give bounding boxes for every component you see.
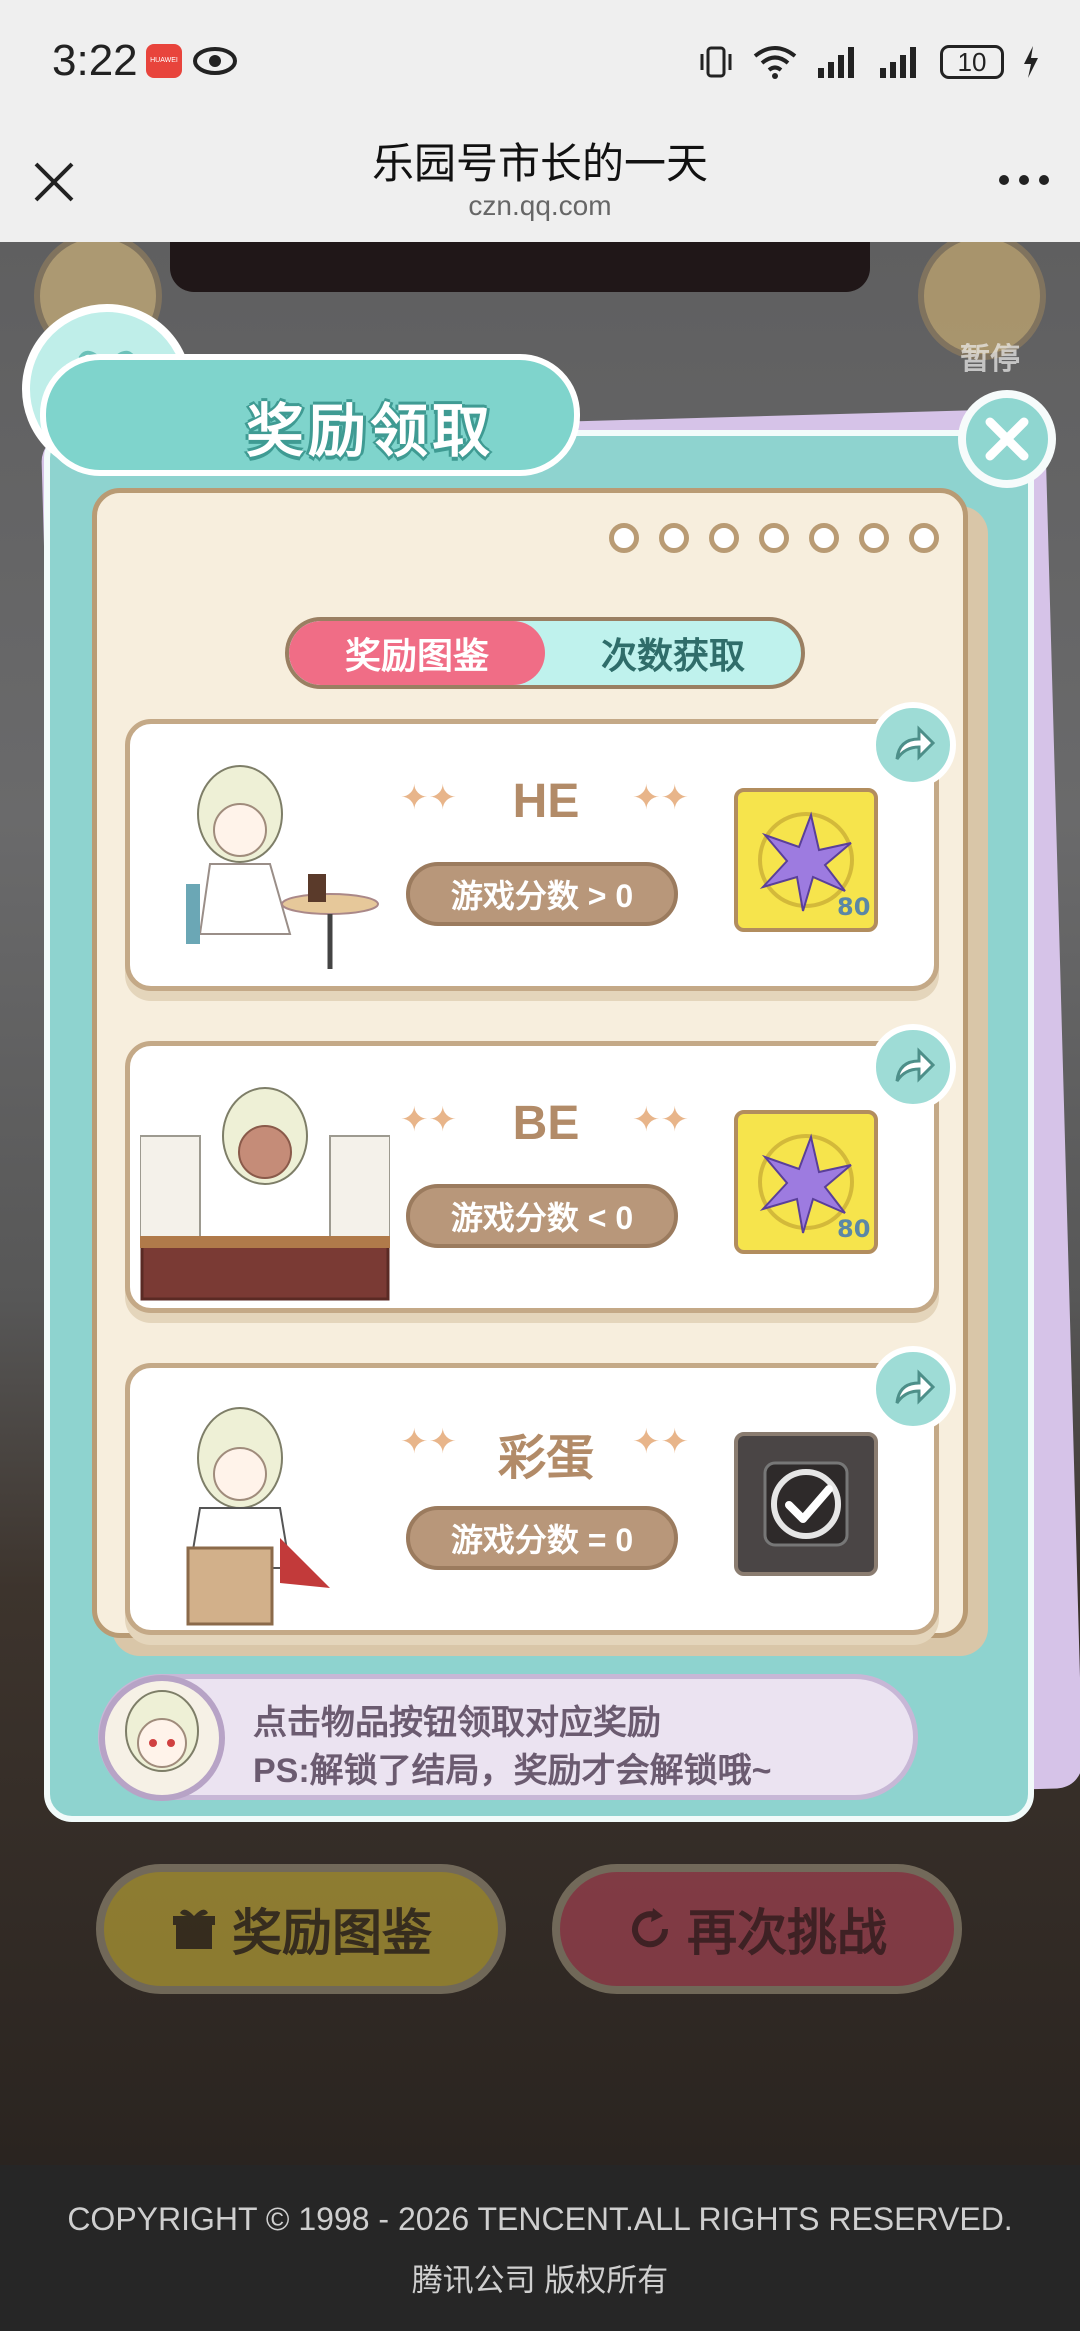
reward-item-button[interactable]: 80 bbox=[734, 1110, 878, 1254]
share-button[interactable] bbox=[870, 702, 956, 788]
score-condition: 游戏分数 < 0 bbox=[406, 1184, 678, 1248]
wifi-icon bbox=[753, 46, 797, 79]
more-options-icon[interactable] bbox=[998, 172, 1050, 188]
company-text: 腾讯公司 版权所有 bbox=[411, 2263, 669, 2298]
signal-icon bbox=[818, 47, 854, 78]
rewards-catalog-button[interactable]: 奖励图鉴 bbox=[96, 1864, 506, 1994]
copyright-text: COPYRIGHT © 1998 - 2026 TENCENT.ALL RIGH… bbox=[67, 2201, 1013, 2237]
share-button[interactable] bbox=[870, 1024, 956, 1110]
tip-banner: 点击物品按钮领取对应奖励 PS:解锁了结局，奖励才会解锁哦~ bbox=[98, 1674, 918, 1801]
share-arrow-icon bbox=[895, 1369, 936, 1405]
score-condition: 游戏分数 = 0 bbox=[406, 1506, 678, 1570]
retry-label: 再次挑战 bbox=[687, 1905, 887, 1961]
page-title: 乐园号市长的一天 bbox=[371, 140, 708, 187]
game-area: 首页 暂停 奖励图鉴 再次挑战 奖励领取 奖励图鉴 次数获取 bbox=[0, 242, 1080, 2165]
share-arrow-icon bbox=[895, 725, 936, 761]
reward-item-button[interactable] bbox=[734, 1432, 878, 1576]
reward-amount: 80 bbox=[837, 1215, 870, 1243]
tab-reward-catalog[interactable]: 奖励图鉴 bbox=[289, 621, 545, 685]
sparkle-icon: ✦✦ bbox=[632, 1423, 689, 1461]
tip-line-1: 点击物品按钮领取对应奖励 bbox=[253, 1704, 661, 1742]
tab-attempts[interactable]: 次数获取 bbox=[545, 621, 801, 685]
reward-list-panel: 奖励图鉴 次数获取 ✦✦ HE ✦✦ 游戏分数 > 0 80 ✦✦ BE ✦✦ … bbox=[92, 488, 968, 1638]
modal-header: 奖励领取 bbox=[40, 354, 580, 476]
character-avatar-icon bbox=[125, 1690, 199, 1772]
signal-icon-2 bbox=[880, 47, 916, 78]
share-button[interactable] bbox=[870, 1346, 956, 1432]
ending-title: BE bbox=[512, 1097, 580, 1150]
charging-icon bbox=[1024, 46, 1038, 78]
ending-title: 彩蛋 bbox=[497, 1432, 594, 1485]
character-illustration bbox=[186, 1407, 330, 1626]
page-footer: COPYRIGHT © 1998 - 2026 TENCENT.ALL RIGH… bbox=[0, 2165, 1080, 2331]
retry-icon bbox=[632, 1908, 669, 1948]
character-illustration bbox=[140, 1087, 390, 1301]
page-url: czn.qq.com bbox=[468, 190, 612, 221]
notebook-rings bbox=[609, 523, 939, 553]
reward-card-easter-egg[interactable]: ✦✦ 彩蛋 ✦✦ 游戏分数 = 0 bbox=[125, 1346, 956, 1635]
retry-button[interactable]: 再次挑战 bbox=[552, 1864, 962, 1994]
star-crystal-icon: 80 bbox=[758, 811, 870, 921]
browser-navbar: 乐园号市长的一天 czn.qq.com bbox=[0, 120, 1080, 242]
reward-tabs: 奖励图鉴 次数获取 bbox=[285, 617, 805, 689]
modal-title: 奖励领取 bbox=[246, 399, 495, 464]
clock: 3:22 bbox=[52, 36, 138, 85]
star-crystal-icon: 80 bbox=[758, 1133, 870, 1243]
pause-label: 暂停 bbox=[960, 343, 1020, 376]
avatar bbox=[99, 1675, 225, 1801]
reward-card-be[interactable]: ✦✦ BE ✦✦ 游戏分数 < 0 80 bbox=[125, 1024, 956, 1313]
game-top-screen bbox=[170, 242, 870, 292]
huawei-app-icon: HUAWEI bbox=[146, 44, 182, 78]
reward-amount: 80 bbox=[837, 893, 870, 921]
reward-card-he[interactable]: ✦✦ HE ✦✦ 游戏分数 > 0 80 bbox=[125, 702, 956, 991]
sparkle-icon: ✦✦ bbox=[632, 779, 689, 817]
modal-close-button[interactable] bbox=[958, 390, 1056, 488]
share-arrow-icon bbox=[895, 1047, 936, 1083]
checkmark-icon bbox=[763, 1461, 849, 1547]
status-bar: 3:22 HUAWEI 10 bbox=[0, 0, 1080, 120]
close-icon bbox=[985, 417, 1029, 461]
gift-icon bbox=[173, 1909, 215, 1949]
score-condition: 游戏分数 > 0 bbox=[406, 862, 678, 926]
ending-title: HE bbox=[512, 775, 580, 828]
status-icons: 10 bbox=[698, 40, 1040, 84]
tip-line-2: PS:解锁了结局，奖励才会解锁哦~ bbox=[253, 1752, 772, 1790]
eye-icon bbox=[193, 47, 237, 75]
sparkle-icon: ✦✦ bbox=[632, 1101, 689, 1139]
reward-modal: 奖励领取 奖励图鉴 次数获取 ✦✦ HE ✦✦ 游戏分数 > 0 80 ✦✦ B… bbox=[22, 304, 1056, 1822]
battery-indicator: 10 bbox=[940, 45, 1004, 79]
vibrate-icon bbox=[700, 46, 732, 78]
reward-item-button[interactable]: 80 bbox=[734, 788, 878, 932]
character-illustration bbox=[186, 765, 379, 969]
rewards-catalog-label: 奖励图鉴 bbox=[232, 1905, 432, 1961]
